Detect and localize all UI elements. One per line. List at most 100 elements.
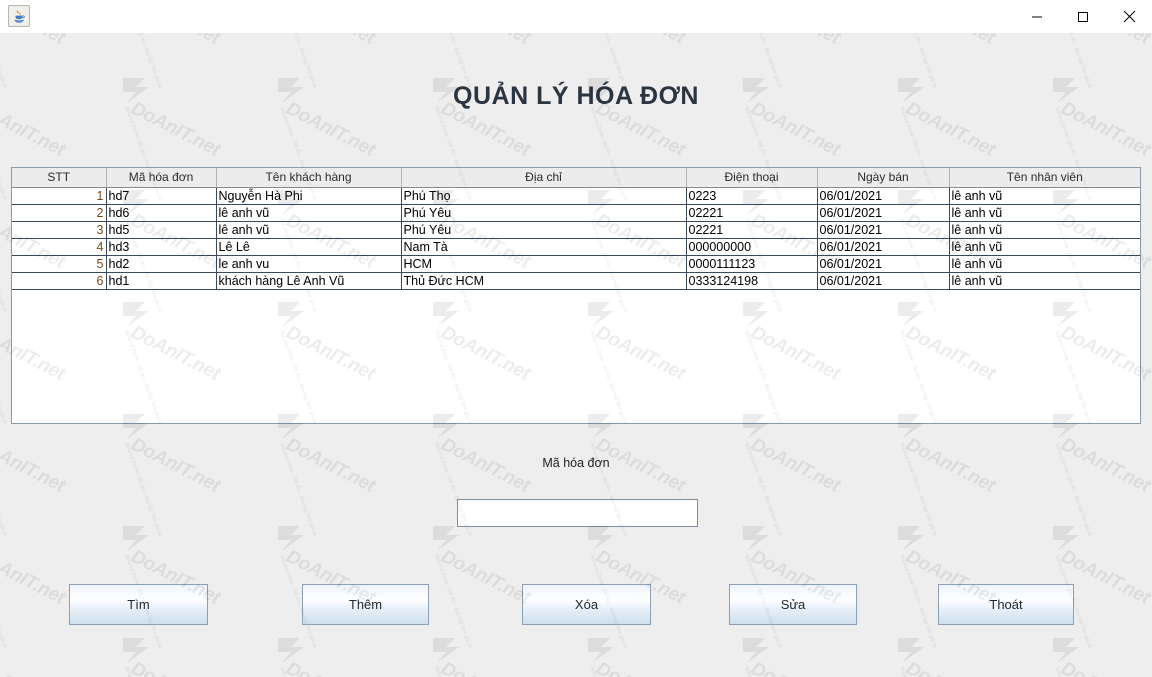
watermark-subtext: Source Code - Đồ Án - Bài tập lớn giá rẻ bbox=[1053, 666, 1092, 677]
table-row[interactable]: 5 hd2 le anh vu HCM 0000111123 06/01/2021 lê a… bbox=[12, 255, 1140, 273]
close-icon[interactable] bbox=[1106, 0, 1152, 33]
cell-stt[interactable]: 3 bbox=[12, 221, 107, 239]
column-header-ten-khach-hang[interactable]: Tên khách hàng bbox=[216, 168, 402, 188]
cell-stt[interactable]: 4 bbox=[12, 238, 107, 256]
doanit-logo-icon bbox=[1049, 634, 1091, 673]
cell-stt[interactable]: 2 bbox=[12, 204, 107, 222]
title-bar bbox=[0, 0, 1152, 33]
minimize-icon[interactable] bbox=[1014, 0, 1060, 33]
edit-button[interactable]: Sửa bbox=[729, 584, 857, 625]
watermark-text: DoAnIT.net bbox=[592, 658, 688, 677]
cell-dia-chi[interactable]: HCM bbox=[401, 255, 687, 273]
cell-ma-hoa-don[interactable]: hd2 bbox=[106, 255, 217, 273]
table-row[interactable]: 2 hd6 lê anh vũ Phú Yêu 02221 06/01/2021 lê an… bbox=[12, 204, 1140, 222]
watermark-text: DoAnIT.net bbox=[902, 658, 998, 677]
doanit-logo-icon bbox=[894, 634, 936, 673]
cell-ngay-ban[interactable]: 06/01/2021 bbox=[817, 221, 950, 239]
doanit-logo-icon bbox=[119, 522, 161, 561]
cell-stt[interactable]: 6 bbox=[12, 272, 107, 290]
invoice-table[interactable]: STT Mã hóa đơn Tên khách hàng Địa chỉ Đi… bbox=[12, 168, 1140, 290]
cell-ten-khach-hang[interactable]: lê anh vũ bbox=[216, 204, 402, 222]
doanit-logo-icon bbox=[739, 634, 781, 673]
cell-ma-hoa-don[interactable]: hd7 bbox=[106, 187, 217, 205]
cell-ten-khach-hang[interactable]: Lê Lê bbox=[216, 238, 402, 256]
doanit-logo-icon bbox=[584, 522, 626, 561]
cell-ma-hoa-don[interactable]: hd5 bbox=[106, 221, 217, 239]
invoice-table-scrollpane[interactable]: STT Mã hóa đơn Tên khách hàng Địa chỉ Đi… bbox=[11, 167, 1141, 424]
cell-ten-khach-hang[interactable]: le anh vu bbox=[216, 255, 402, 273]
column-header-ngay-ban[interactable]: Ngày bán bbox=[817, 168, 950, 188]
column-header-ma-hoa-don[interactable]: Mã hóa đơn bbox=[106, 168, 217, 188]
cell-dien-thoai[interactable]: 0333124198 bbox=[686, 272, 818, 290]
doanit-logo-icon bbox=[739, 522, 781, 561]
cell-dia-chi[interactable]: Thủ Đức HCM bbox=[401, 272, 687, 290]
cell-ngay-ban[interactable]: 06/01/2021 bbox=[817, 255, 950, 273]
page-title: QUẢN LÝ HÓA ĐƠN bbox=[453, 82, 699, 110]
watermark-subtext: Source Code - Đồ Án - Bài tập lớn giá rẻ bbox=[278, 666, 317, 677]
watermark-subtext: Source Code - Đồ Án - Bài tập lớn giá rẻ bbox=[0, 666, 8, 677]
cell-stt[interactable]: 5 bbox=[12, 255, 107, 273]
watermark-text: DoAnIT.net bbox=[0, 658, 68, 677]
cell-dia-chi[interactable]: Phú Yêu bbox=[401, 204, 687, 222]
doanit-logo-icon bbox=[429, 522, 471, 561]
doanit-logo-icon bbox=[119, 634, 161, 673]
search-button[interactable]: Tìm bbox=[69, 584, 208, 625]
cell-ten-khach-hang[interactable]: Nguyễn Hà Phi bbox=[216, 187, 402, 205]
watermark-subtext: Source Code - Đồ Án - Bài tập lớn giá rẻ bbox=[0, 554, 8, 649]
exit-button[interactable]: Thoát bbox=[938, 584, 1074, 625]
cell-ten-nhan-vien[interactable]: lê anh vũ bbox=[949, 238, 1140, 256]
watermark-text: DoAnIT.net bbox=[0, 546, 69, 609]
table-row[interactable]: 4 hd3 Lê Lê Nam Tà 000000000 06/01/2021 lê anh… bbox=[12, 238, 1140, 256]
cell-dien-thoai[interactable]: 02221 bbox=[686, 204, 818, 222]
cell-ten-khach-hang[interactable]: lê anh vũ bbox=[216, 221, 402, 239]
cell-dien-thoai[interactable]: 02221 bbox=[686, 221, 818, 239]
cell-ngay-ban[interactable]: 06/01/2021 bbox=[817, 272, 950, 290]
table-row[interactable]: 3 hd5 lê anh vũ Phú Yêu 02221 06/01/2021 lê an… bbox=[12, 221, 1140, 239]
cell-ngay-ban[interactable]: 06/01/2021 bbox=[817, 204, 950, 222]
cell-dien-thoai[interactable]: 0000111123 bbox=[686, 255, 818, 273]
table-row[interactable]: 1 hd7 Nguyễn Hà Phi Phú Thọ 0223 06/01/2021 lê… bbox=[12, 187, 1140, 205]
cell-dia-chi[interactable]: Phú Thọ bbox=[401, 187, 687, 205]
watermark-text: DoAnIT.net bbox=[437, 658, 533, 677]
doanit-logo-icon bbox=[584, 634, 626, 673]
search-field-label: Mã hóa đơn bbox=[542, 456, 610, 470]
column-header-dien-thoai[interactable]: Điện thoại bbox=[686, 168, 818, 188]
add-button[interactable]: Thêm bbox=[302, 584, 429, 625]
maximize-icon[interactable] bbox=[1060, 0, 1106, 33]
watermark-text: DoAnIT.net bbox=[1057, 658, 1152, 677]
cell-ten-nhan-vien[interactable]: lê anh vũ bbox=[949, 204, 1140, 222]
watermark-subtext: Source Code - Đồ Án - Bài tập lớn giá rẻ bbox=[743, 666, 782, 677]
cell-ma-hoa-don[interactable]: hd6 bbox=[106, 204, 217, 222]
cell-dien-thoai[interactable]: 000000000 bbox=[686, 238, 818, 256]
cell-ngay-ban[interactable]: 06/01/2021 bbox=[817, 187, 950, 205]
search-input[interactable] bbox=[457, 499, 698, 527]
column-header-ten-nhan-vien[interactable]: Tên nhân viên bbox=[949, 168, 1140, 188]
cell-ma-hoa-don[interactable]: hd1 bbox=[106, 272, 217, 290]
watermark-subtext: Source Code - Đồ Án - Bài tập lớn giá rẻ bbox=[898, 666, 937, 677]
delete-button[interactable]: Xóa bbox=[522, 584, 651, 625]
watermark-subtext: Source Code - Đồ Án - Bài tập lớn giá rẻ bbox=[0, 218, 8, 313]
column-header-dia-chi[interactable]: Địa chỉ bbox=[401, 168, 687, 188]
cell-ten-khach-hang[interactable]: khách hàng Lê Anh Vũ bbox=[216, 272, 402, 290]
cell-ten-nhan-vien[interactable]: lê anh vũ bbox=[949, 272, 1140, 290]
watermark-tile: DoAnIT.netSource Code - Đồ Án - Bài tập … bbox=[1045, 632, 1152, 677]
table-header-row: STT Mã hóa đơn Tên khách hàng Địa chỉ Đi… bbox=[12, 168, 1140, 188]
cell-ngay-ban[interactable]: 06/01/2021 bbox=[817, 238, 950, 256]
table-row[interactable]: 6 hd1 khách hàng Lê Anh Vũ Thủ Đức HCM 03331… bbox=[12, 272, 1140, 290]
column-header-stt[interactable]: STT bbox=[12, 168, 107, 188]
cell-ten-nhan-vien[interactable]: lê anh vũ bbox=[949, 255, 1140, 273]
watermark-tile: DoAnIT.netSource Code - Đồ Án - Bài tập … bbox=[270, 632, 400, 677]
cell-dia-chi[interactable]: Phú Yêu bbox=[401, 221, 687, 239]
cell-stt[interactable]: 1 bbox=[12, 187, 107, 205]
cell-ten-nhan-vien[interactable]: lê anh vũ bbox=[949, 221, 1140, 239]
cell-ten-nhan-vien[interactable]: lê anh vũ bbox=[949, 187, 1140, 205]
cell-ma-hoa-don[interactable]: hd3 bbox=[106, 238, 217, 256]
watermark-subtext: Source Code - Đồ Án - Bài tập lớn giá rẻ bbox=[0, 330, 8, 425]
watermark-tile: DoAnIT.netSource Code - Đồ Án - Bài tập … bbox=[580, 632, 710, 677]
watermark-text: DoAnIT.net bbox=[127, 658, 223, 677]
cell-dia-chi[interactable]: Nam Tà bbox=[401, 238, 687, 256]
doanit-logo-icon bbox=[0, 634, 6, 673]
doanit-logo-icon bbox=[0, 186, 6, 225]
cell-dien-thoai[interactable]: 0223 bbox=[686, 187, 818, 205]
invoice-management-window: DoAnIT.netSource Code - Đồ Án - Bài tập … bbox=[0, 0, 1152, 677]
